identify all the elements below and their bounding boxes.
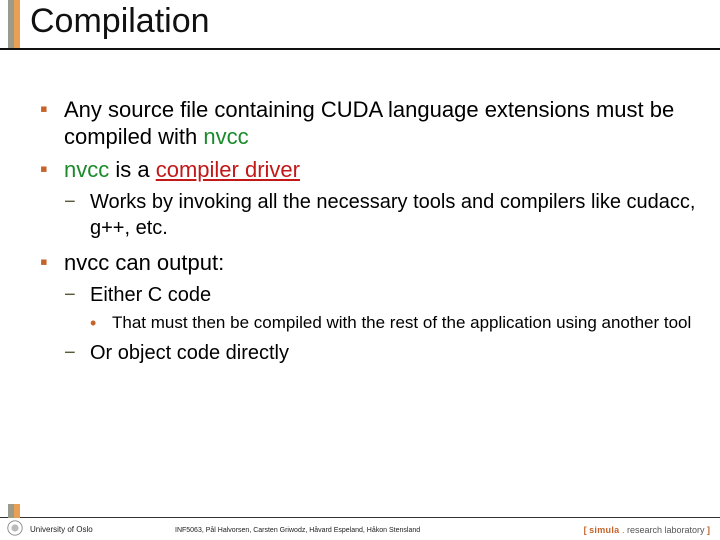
bullet-item-2: ▪ nvcc is a compiler driver: [40, 156, 700, 183]
simula-word: simula: [589, 525, 619, 535]
bracket-right: ]: [705, 525, 711, 535]
sub-bullet-text: Works by invoking all the necessary tool…: [90, 189, 700, 241]
uio-crest-icon: [6, 519, 24, 537]
bullet-item-1: ▪ Any source file containing CUDA langua…: [40, 96, 700, 150]
title-accent: [0, 0, 30, 50]
bullet-text: nvcc is a compiler driver: [64, 156, 700, 183]
sub-bullet-text: Either C code: [90, 282, 700, 308]
text-fragment: is a: [109, 157, 155, 182]
subsub-bullet-text: That must then be compiled with the rest…: [112, 312, 700, 334]
nvcc-keyword: nvcc: [203, 124, 248, 149]
subsub-bullet-list: • That must then be compiled with the re…: [90, 312, 700, 334]
square-bullet-icon: ▪: [40, 249, 64, 276]
dot-bullet-icon: •: [90, 312, 112, 334]
sub-bullet-text: Or object code directly: [90, 340, 700, 366]
nvcc-keyword: nvcc: [64, 157, 109, 182]
simula-dot: .: [619, 525, 627, 535]
sub-bullet-item: − Or object code directly: [64, 340, 700, 366]
bullet-item-3: ▪ nvcc can output:: [40, 249, 700, 276]
text-fragment: Any source file containing CUDA language…: [64, 97, 674, 149]
dash-bullet-icon: −: [64, 340, 90, 366]
simula-logo: [ simula . research laboratory ]: [584, 525, 710, 535]
bullet-text: Any source file containing CUDA language…: [64, 96, 700, 150]
bullet-list: ▪ Any source file containing CUDA langua…: [40, 96, 700, 366]
sub-bullet-list: − Either C code • That must then be comp…: [64, 282, 700, 366]
title-rule: [0, 48, 720, 50]
slide-title: Compilation: [30, 2, 210, 41]
sub-bullet-item: − Either C code: [64, 282, 700, 308]
footer: University of Oslo INF5063, Pål Halvorse…: [0, 516, 720, 540]
square-bullet-icon: ▪: [40, 96, 64, 150]
square-bullet-icon: ▪: [40, 156, 64, 183]
compiler-driver-term: compiler driver: [156, 157, 300, 182]
sub-bullet-item: − Works by invoking all the necessary to…: [64, 189, 700, 241]
simula-lab: research laboratory: [627, 525, 705, 535]
accent-orange-bar: [14, 0, 20, 50]
course-credits: INF5063, Pål Halvorsen, Carsten Griwodz,…: [175, 527, 420, 534]
slide-content: ▪ Any source file containing CUDA langua…: [40, 96, 700, 374]
slide: Compilation ▪ Any source file containing…: [0, 0, 720, 540]
sub-bullet-list: − Works by invoking all the necessary to…: [64, 189, 700, 241]
dash-bullet-icon: −: [64, 189, 90, 241]
bullet-text: nvcc can output:: [64, 249, 700, 276]
university-name: University of Oslo: [30, 525, 93, 534]
subsub-bullet-item: • That must then be compiled with the re…: [90, 312, 700, 334]
dash-bullet-icon: −: [64, 282, 90, 308]
